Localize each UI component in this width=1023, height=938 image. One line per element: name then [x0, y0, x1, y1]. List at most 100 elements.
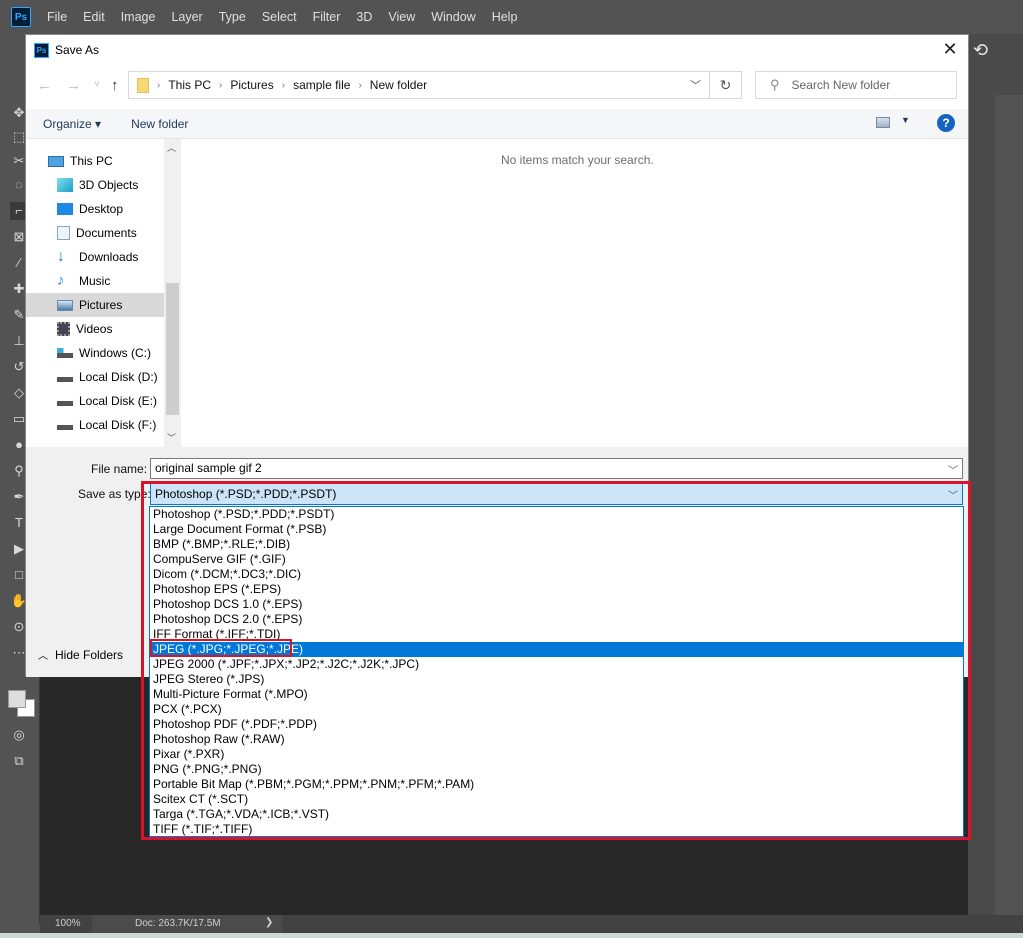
desktop-icon	[57, 203, 73, 215]
file-type-option-jpeg[interactable]: JPEG (*.JPG;*.JPEG;*.JPE)	[150, 642, 963, 657]
computer-icon	[48, 155, 64, 167]
file-type-option[interactable]: CompuServe GIF (*.GIF)	[150, 552, 963, 567]
screen-mode-icon[interactable]: ⧉	[10, 752, 28, 770]
ps-menubar: Ps File Edit Image Layer Type Select Fil…	[0, 0, 1023, 34]
file-type-option[interactable]: Photoshop DCS 2.0 (*.EPS)	[150, 612, 963, 627]
close-button[interactable]: ✕	[940, 39, 960, 60]
tree-item-downloads[interactable]: ↓ Downloads	[26, 245, 164, 269]
breadcrumb-sample-file[interactable]: sample file	[293, 78, 350, 92]
breadcrumb-separator[interactable]: ›	[358, 80, 361, 91]
tree-item-label: Pictures	[79, 298, 123, 312]
hide-folders-label: Hide Folders	[55, 647, 124, 662]
up-button[interactable]: ↑	[111, 77, 119, 94]
file-type-option[interactable]: Targa (*.TGA;*.VDA;*.ICB;*.VST)	[150, 807, 963, 822]
breadcrumb-new-folder[interactable]: New folder	[370, 78, 427, 92]
help-button[interactable]: ?	[937, 114, 955, 132]
menu-view[interactable]: View	[388, 10, 415, 24]
tree-item-label: Local Disk (E:)	[79, 394, 158, 408]
file-type-option[interactable]: JPEG Stereo (*.JPS)	[150, 672, 963, 687]
scroll-down-icon[interactable]: ﹀	[167, 431, 176, 444]
quick-mask-icon[interactable]: ◎	[10, 726, 28, 744]
file-type-option[interactable]: Photoshop DCS 1.0 (*.EPS)	[150, 597, 963, 612]
menu-image[interactable]: Image	[121, 10, 156, 24]
menu-help[interactable]: Help	[492, 10, 518, 24]
tree-item-local-disk-f[interactable]: Local Disk (F:)	[26, 413, 164, 437]
undo-icon[interactable]: ⟲	[973, 40, 988, 61]
file-type-option[interactable]: Photoshop (*.PSD;*.PDD;*.PSDT)	[150, 507, 963, 522]
save-as-type-dropdown-icon[interactable]: ﹀	[948, 487, 958, 502]
menu-layer[interactable]: Layer	[171, 10, 202, 24]
recent-locations-button[interactable]: ˅	[94, 79, 100, 90]
file-type-option[interactable]: Large Document Format (*.PSB)	[150, 522, 963, 537]
scroll-up-icon[interactable]: ︿	[167, 141, 176, 154]
menu-file[interactable]: File	[47, 10, 67, 24]
tree-item-3d-objects[interactable]: 3D Objects	[26, 173, 164, 197]
address-dropdown-icon[interactable]: ﹀	[690, 77, 701, 93]
view-options-dropdown-icon[interactable]: ▼	[901, 115, 910, 125]
menu-type[interactable]: Type	[219, 10, 246, 24]
back-button[interactable]: ←	[37, 77, 52, 94]
file-type-dropdown-list: Photoshop (*.PSD;*.PDD;*.PSDT) Large Doc…	[149, 506, 964, 837]
file-type-option[interactable]: Photoshop EPS (*.EPS)	[150, 582, 963, 597]
video-icon	[57, 322, 70, 336]
breadcrumb-separator[interactable]: ›	[282, 80, 285, 91]
breadcrumb-separator[interactable]: ›	[157, 80, 160, 91]
tree-item-desktop[interactable]: Desktop	[26, 197, 164, 221]
zoom-level[interactable]: 100%	[55, 918, 81, 929]
tree-item-local-disk-e[interactable]: Local Disk (E:)	[26, 389, 164, 413]
menu-3d[interactable]: 3D	[356, 10, 372, 24]
taskbar-edge	[0, 933, 1023, 938]
file-type-option[interactable]: PCX (*.PCX)	[150, 702, 963, 717]
menu-filter[interactable]: Filter	[313, 10, 341, 24]
file-type-option[interactable]: Scitex CT (*.SCT)	[150, 792, 963, 807]
forward-button[interactable]: →	[66, 77, 81, 94]
hide-folders-button[interactable]: ︿ Hide Folders	[38, 647, 124, 663]
file-type-option[interactable]: JPEG 2000 (*.JPF;*.JPX;*.JP2;*.J2C;*.J2K…	[150, 657, 963, 672]
tree-item-label: Videos	[76, 322, 113, 336]
file-name-dropdown-icon[interactable]: ﹀	[948, 462, 958, 477]
photoshop-logo-icon: Ps	[11, 7, 31, 27]
change-view-icon[interactable]	[876, 117, 890, 128]
new-folder-button[interactable]: New folder	[131, 117, 188, 131]
file-name-input[interactable]: original sample gif 2 ﹀	[150, 458, 963, 479]
tree-item-videos[interactable]: Videos	[26, 317, 164, 341]
tree-item-pictures[interactable]: Pictures	[26, 293, 164, 317]
navigation-pane-scrollbar[interactable]: ︿ ﹀	[164, 139, 181, 447]
tree-item-this-pc[interactable]: This PC	[26, 149, 164, 173]
breadcrumb-this-pc[interactable]: This PC	[168, 78, 211, 92]
file-type-option[interactable]: TIFF (*.TIF;*.TIFF)	[150, 822, 963, 836]
file-type-option[interactable]: PNG (*.PNG;*.PNG)	[150, 762, 963, 777]
refresh-button[interactable]: ↻	[710, 71, 742, 99]
file-type-option[interactable]: Multi-Picture Format (*.MPO)	[150, 687, 963, 702]
address-bar[interactable]: › This PC › Pictures › sample file › New…	[128, 71, 710, 99]
tree-item-windows-c[interactable]: Windows (C:)	[26, 341, 164, 365]
file-type-option[interactable]: Portable Bit Map (*.PBM;*.PGM;*.PPM;*.PN…	[150, 777, 963, 792]
download-icon: ↓	[57, 248, 65, 265]
scrollbar-thumb[interactable]	[166, 283, 179, 415]
tree-item-documents[interactable]: Documents	[26, 221, 164, 245]
tree-item-label: Desktop	[79, 202, 124, 216]
foreground-color-swatch[interactable]	[8, 690, 26, 708]
menu-edit[interactable]: Edit	[83, 10, 105, 24]
search-box[interactable]: ⚲ Search New folder	[755, 71, 957, 99]
save-as-type-select[interactable]: Photoshop (*.PSD;*.PDD;*.PSDT) ﹀	[150, 483, 963, 505]
organize-button[interactable]: Organize ▾	[43, 117, 101, 131]
status-menu-arrow-icon[interactable]: ❯	[265, 917, 273, 928]
empty-folder-message: No items match your search.	[501, 153, 654, 167]
breadcrumb-separator[interactable]: ›	[219, 80, 222, 91]
dialog-title: Save As	[55, 43, 100, 57]
file-type-option[interactable]: BMP (*.BMP;*.RLE;*.DIB)	[150, 537, 963, 552]
tree-item-music[interactable]: ♪ Music	[26, 269, 164, 293]
file-type-option[interactable]: Photoshop PDF (*.PDF;*.PDP)	[150, 717, 963, 732]
tree-item-local-disk-d[interactable]: Local Disk (D:)	[26, 365, 164, 389]
music-icon: ♪	[57, 272, 65, 289]
menu-window[interactable]: Window	[431, 10, 475, 24]
save-as-type-value: Photoshop (*.PSD;*.PDD;*.PSDT)	[155, 487, 337, 501]
search-input[interactable]: Search New folder	[792, 78, 891, 92]
file-type-option[interactable]: Photoshop Raw (*.RAW)	[150, 732, 963, 747]
file-type-option[interactable]: IFF Format (*.IFF;*.TDI)	[150, 627, 963, 642]
menu-select[interactable]: Select	[262, 10, 297, 24]
file-type-option[interactable]: Dicom (*.DCM;*.DC3;*.DIC)	[150, 567, 963, 582]
breadcrumb-pictures[interactable]: Pictures	[230, 78, 273, 92]
file-type-option[interactable]: Pixar (*.PXR)	[150, 747, 963, 762]
